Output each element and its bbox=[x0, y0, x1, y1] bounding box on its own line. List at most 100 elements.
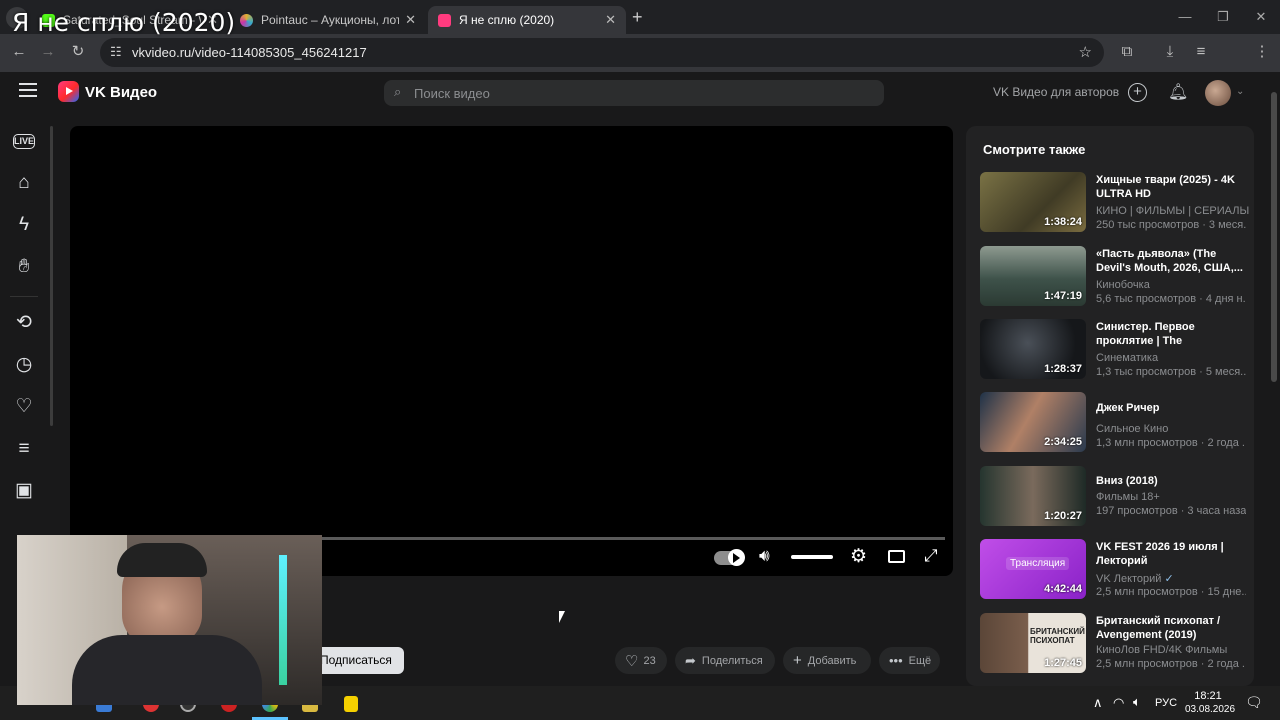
close-window-icon[interactable]: ✕ bbox=[1242, 0, 1280, 34]
volume-icon[interactable]: 🔊︎ bbox=[759, 546, 770, 566]
rec-item[interactable]: 1:38:24 Хищные твари (2025) - 4K ULTRA H… bbox=[980, 172, 1250, 232]
rec-item[interactable]: Трансляция 4:42:44 VK FEST 2026 19 июля … bbox=[980, 539, 1250, 599]
rec-title[interactable]: Синистер. Первое проклятие | The Confess… bbox=[1096, 321, 1246, 348]
picture-in-picture-icon[interactable] bbox=[888, 550, 905, 563]
watch-later-icon[interactable]: ◷ bbox=[12, 353, 36, 377]
close-icon[interactable]: ✕ bbox=[405, 12, 416, 28]
rec-channel[interactable]: Сильное Кино bbox=[1096, 423, 1168, 435]
tab-pointauc[interactable]: Pointauc – Аукционы, лотереи ✕ bbox=[230, 6, 426, 34]
language-indicator[interactable]: РУС bbox=[1155, 697, 1177, 709]
video-player[interactable] bbox=[70, 126, 953, 576]
rec-thumbnail[interactable]: 1:28:37 bbox=[980, 319, 1086, 379]
forward-icon[interactable]: → bbox=[38, 43, 58, 61]
playlist-add-icon[interactable]: ≡ bbox=[12, 437, 36, 461]
rec-thumbnail[interactable]: 1:38:24 bbox=[980, 172, 1086, 232]
rec-meta: 1,3 тыс просмотров · 5 меся... bbox=[1096, 366, 1246, 378]
rec-thumbnail[interactable]: БРИТАНСКИЙ ПСИХОПАТ 1:27:45 bbox=[980, 613, 1086, 673]
rec-item[interactable]: 1:20:27 Вниз (2018) Фильмы 18+ 197 просм… bbox=[980, 466, 1250, 526]
hamburger-menu-icon[interactable] bbox=[19, 83, 37, 97]
page-scrollbar[interactable] bbox=[1268, 72, 1280, 686]
rec-channel[interactable]: КИНО | ФИЛЬМЫ | СЕРИАЛЫ bbox=[1096, 205, 1249, 217]
media-control-icon[interactable]: ≡ bbox=[1191, 43, 1211, 61]
more-button[interactable]: ••• Ещё bbox=[879, 647, 940, 674]
minimize-icon[interactable]: — bbox=[1166, 0, 1204, 34]
lightning-icon[interactable]: ϟ bbox=[12, 213, 36, 237]
share-arrow-icon: ➦ bbox=[685, 652, 696, 668]
heart-icon: ♡ bbox=[625, 652, 639, 670]
new-tab-button[interactable]: + bbox=[632, 7, 650, 27]
settings-gear-icon[interactable]: ⚙ bbox=[850, 545, 867, 568]
chevron-down-icon[interactable]: ⌄ bbox=[1236, 86, 1244, 97]
rec-item[interactable]: 1:47:19 «Пасть дьявола» (The Devil's Mou… bbox=[980, 246, 1250, 306]
rec-item[interactable]: 2:34:25 Джек Ричер Сильное Кино 1,3 млн … bbox=[980, 392, 1250, 452]
rec-channel[interactable]: VK Лекторий ✓ bbox=[1096, 572, 1174, 585]
reload-icon[interactable]: ↻ bbox=[68, 43, 88, 61]
volume-slider[interactable] bbox=[791, 555, 833, 559]
duration-badge: 1:28:37 bbox=[1044, 363, 1082, 375]
heart-icon[interactable]: ♡ bbox=[12, 395, 36, 419]
rec-thumbnail[interactable]: 2:34:25 bbox=[980, 392, 1086, 452]
rec-title[interactable]: «Пасть дьявола» (The Devil's Mouth, 2026… bbox=[1096, 248, 1246, 275]
vk-video-for-authors-link[interactable]: VK Видео для авторов bbox=[993, 85, 1119, 99]
streamer-webcam-overlay bbox=[17, 535, 322, 705]
extensions-icon[interactable]: ⧉ bbox=[1117, 43, 1137, 61]
bookmark-star-icon[interactable]: ☆ bbox=[1079, 43, 1092, 61]
rec-thumbnail[interactable]: 1:20:27 bbox=[980, 466, 1086, 526]
rec-meta: 2,5 млн просмотров · 15 дне... bbox=[1096, 586, 1246, 598]
rec-meta: 197 просмотров · 3 часа назад bbox=[1096, 505, 1246, 517]
wifi-icon[interactable]: ◠ bbox=[1113, 695, 1124, 711]
rec-title[interactable]: VK FEST 2026 19 июля | Лекторий bbox=[1096, 541, 1246, 568]
address-bar[interactable]: ☷ vkvideo.ru/video-114085305_456241217 ☆ bbox=[100, 38, 1104, 67]
pointauc-icon bbox=[240, 13, 253, 27]
rec-thumbnail[interactable]: Трансляция 4:42:44 bbox=[980, 539, 1086, 599]
fullscreen-icon[interactable]: ⤢ bbox=[924, 546, 938, 566]
like-button[interactable]: ♡ 23 bbox=[615, 647, 667, 674]
vk-video-logo[interactable]: VK Видео bbox=[85, 84, 157, 101]
rec-title[interactable]: Хищные твари (2025) - 4K ULTRA HD bbox=[1096, 174, 1246, 201]
vk-video-favicon bbox=[438, 13, 451, 27]
rec-channel-name: VK Лекторий bbox=[1096, 573, 1162, 585]
restore-icon[interactable]: ❐ bbox=[1204, 0, 1242, 34]
speaker-icon[interactable]: 🔈︎ bbox=[1133, 694, 1141, 710]
home-icon[interactable]: ⌂ bbox=[12, 171, 36, 195]
analytics-icon[interactable]: ▣ bbox=[12, 479, 36, 503]
live-icon[interactable]: LIVE bbox=[13, 134, 35, 149]
upload-plus-icon[interactable]: + bbox=[1128, 83, 1147, 102]
taskbar-app-icon[interactable] bbox=[344, 696, 358, 712]
duration-badge: 1:38:24 bbox=[1044, 216, 1082, 228]
tray-clock[interactable]: 18:21 03.08.2026 bbox=[1185, 690, 1235, 716]
add-button[interactable]: + Добавить bbox=[783, 647, 871, 674]
notifications-bell-icon[interactable]: 🔔︎ bbox=[1168, 82, 1188, 102]
download-icon[interactable]: ⤓ bbox=[1160, 43, 1180, 61]
vk-video-logo-icon[interactable] bbox=[58, 81, 79, 102]
menu-dots-icon[interactable]: ⋮ bbox=[1252, 43, 1272, 61]
close-icon[interactable]: ✕ bbox=[605, 12, 616, 28]
history-icon[interactable]: ⟲ bbox=[12, 311, 36, 335]
back-icon[interactable]: ← bbox=[9, 43, 29, 61]
search-input[interactable]: ⌕ Поиск видео bbox=[384, 80, 884, 106]
share-button[interactable]: ➦ Поделиться bbox=[675, 647, 775, 674]
hand-icon[interactable]: ✋︎ bbox=[12, 255, 36, 279]
rec-title[interactable]: Британский психопат / Avengement (2019) bbox=[1096, 615, 1246, 642]
tray-chevron-icon[interactable]: ∧ bbox=[1093, 695, 1103, 711]
notification-center-icon[interactable]: 🗨︎ bbox=[1245, 694, 1263, 711]
rec-channel[interactable]: КиноЛов FHD/4K Фильмы bbox=[1096, 644, 1227, 656]
like-count: 23 bbox=[643, 654, 656, 667]
rec-meta: 5,6 тыс просмотров · 4 дня н... bbox=[1096, 293, 1246, 305]
subscribe-button[interactable]: Подписаться bbox=[310, 647, 404, 674]
rec-channel[interactable]: Фильмы 18+ bbox=[1096, 491, 1160, 503]
scrollbar-thumb[interactable] bbox=[1271, 92, 1277, 382]
rec-channel[interactable]: Кинобочка bbox=[1096, 279, 1150, 291]
webcam-shirt bbox=[72, 635, 262, 705]
user-avatar[interactable] bbox=[1205, 80, 1231, 106]
autoplay-toggle[interactable] bbox=[714, 549, 745, 566]
rec-thumbnail[interactable]: 1:47:19 bbox=[980, 246, 1086, 306]
tab-vk-video[interactable]: Я не сплю (2020) ✕ bbox=[428, 6, 626, 34]
rec-channel[interactable]: Синематика bbox=[1096, 352, 1158, 364]
rec-title[interactable]: Джек Ричер bbox=[1096, 402, 1246, 416]
site-info-icon[interactable]: ☷ bbox=[110, 44, 122, 60]
nav-scrollbar[interactable] bbox=[50, 126, 53, 426]
rec-item[interactable]: БРИТАНСКИЙ ПСИХОПАТ 1:27:45 Британский п… bbox=[980, 613, 1250, 673]
rec-title[interactable]: Вниз (2018) bbox=[1096, 475, 1246, 489]
rec-item[interactable]: 1:28:37 Синистер. Первое проклятие | The… bbox=[980, 319, 1250, 379]
